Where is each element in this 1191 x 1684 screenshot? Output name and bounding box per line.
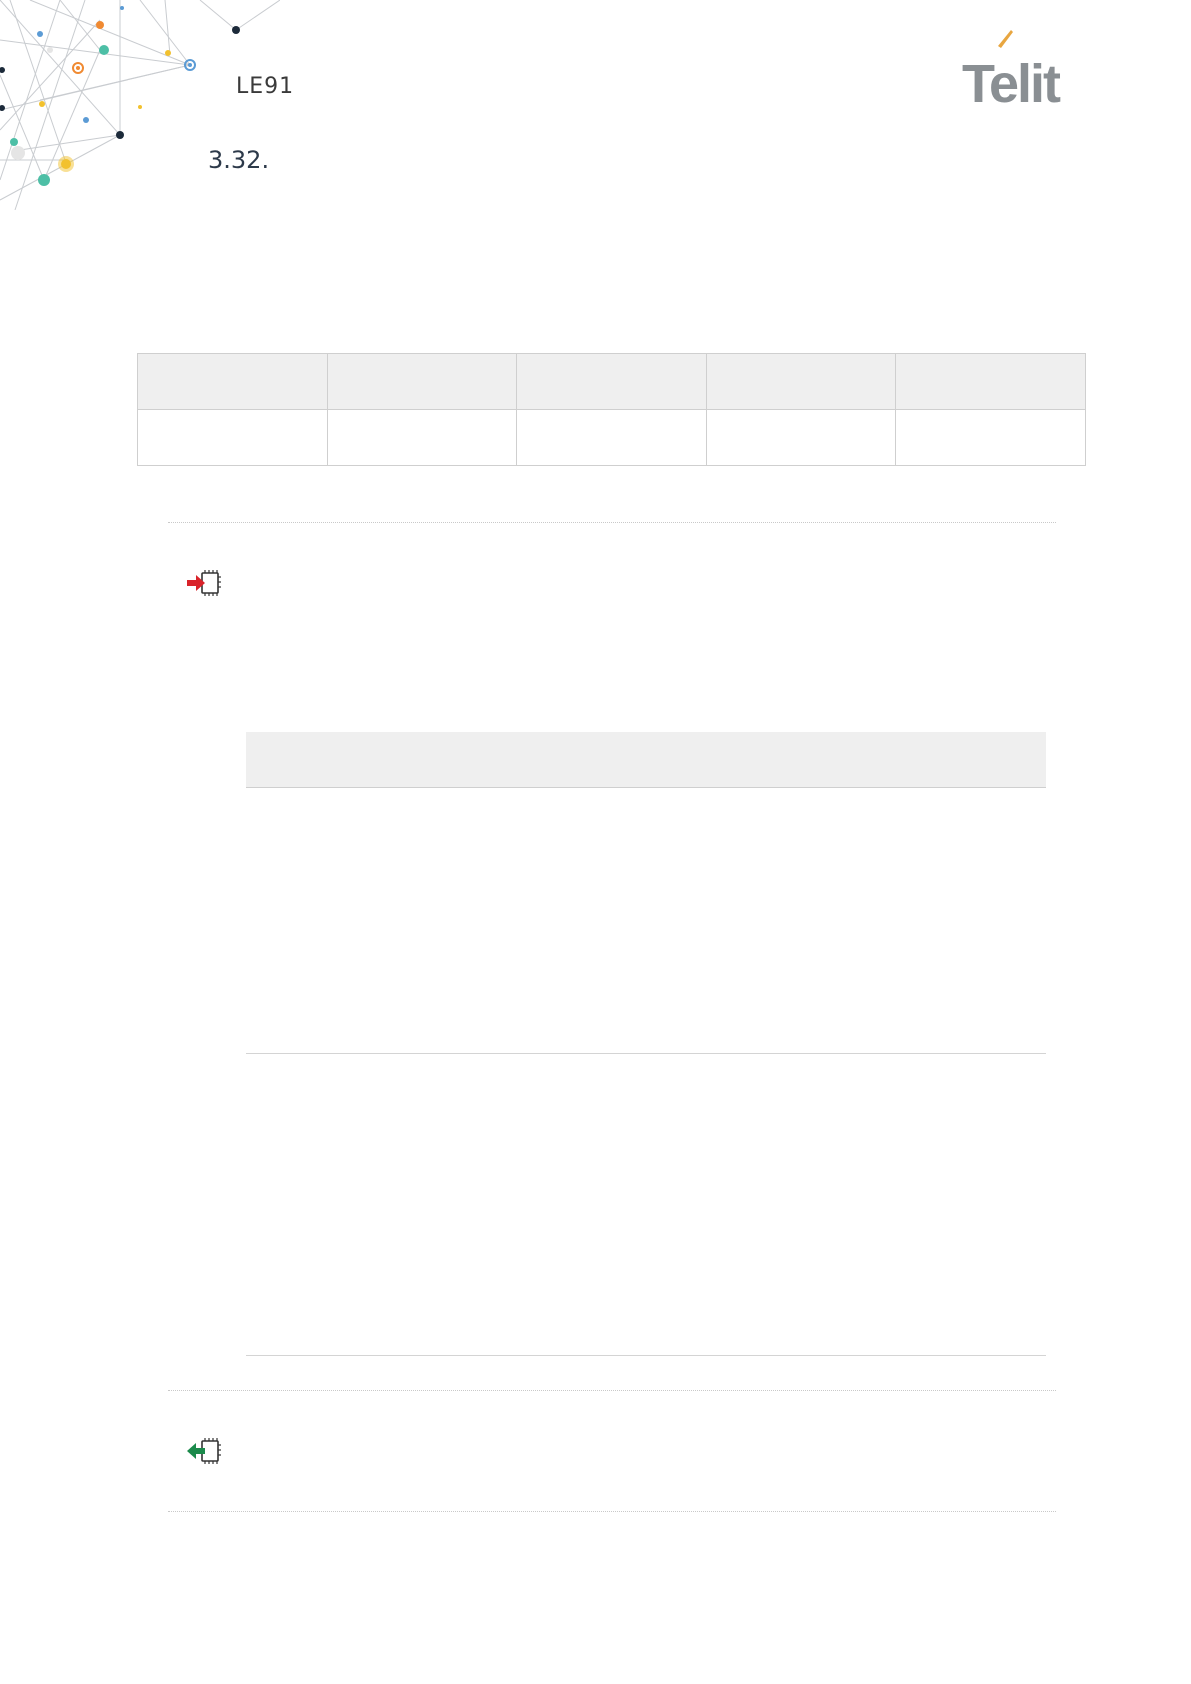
read-command-icon	[187, 1438, 221, 1464]
table-cell	[326, 409, 518, 466]
network-corner-decoration	[0, 0, 280, 210]
telit-logo: Telit	[962, 30, 1063, 108]
section-divider	[168, 522, 1056, 523]
table-cell	[705, 409, 897, 466]
section-number: 3.32.	[208, 146, 270, 174]
table-header-cell	[895, 353, 1086, 410]
table-header-cell	[516, 353, 707, 410]
set-command-icon	[187, 570, 221, 596]
section-divider	[168, 1390, 1056, 1391]
table-cell	[516, 409, 707, 466]
svg-text:Telit: Telit	[962, 54, 1061, 108]
table-header-row	[137, 353, 1086, 410]
table-row	[137, 409, 1086, 466]
section-divider	[168, 1511, 1056, 1512]
parameter-table-divider	[246, 1053, 1046, 1054]
parameter-table-header	[246, 732, 1046, 788]
parameter-table-bottom-rule	[246, 1355, 1046, 1356]
table-cell	[137, 409, 328, 466]
table-cell	[895, 409, 1086, 466]
command-summary-table	[137, 353, 1086, 466]
table-header-cell	[137, 353, 328, 410]
document-model-title: LE91	[236, 74, 295, 99]
table-header-cell	[326, 353, 518, 410]
table-header-cell	[705, 353, 897, 410]
